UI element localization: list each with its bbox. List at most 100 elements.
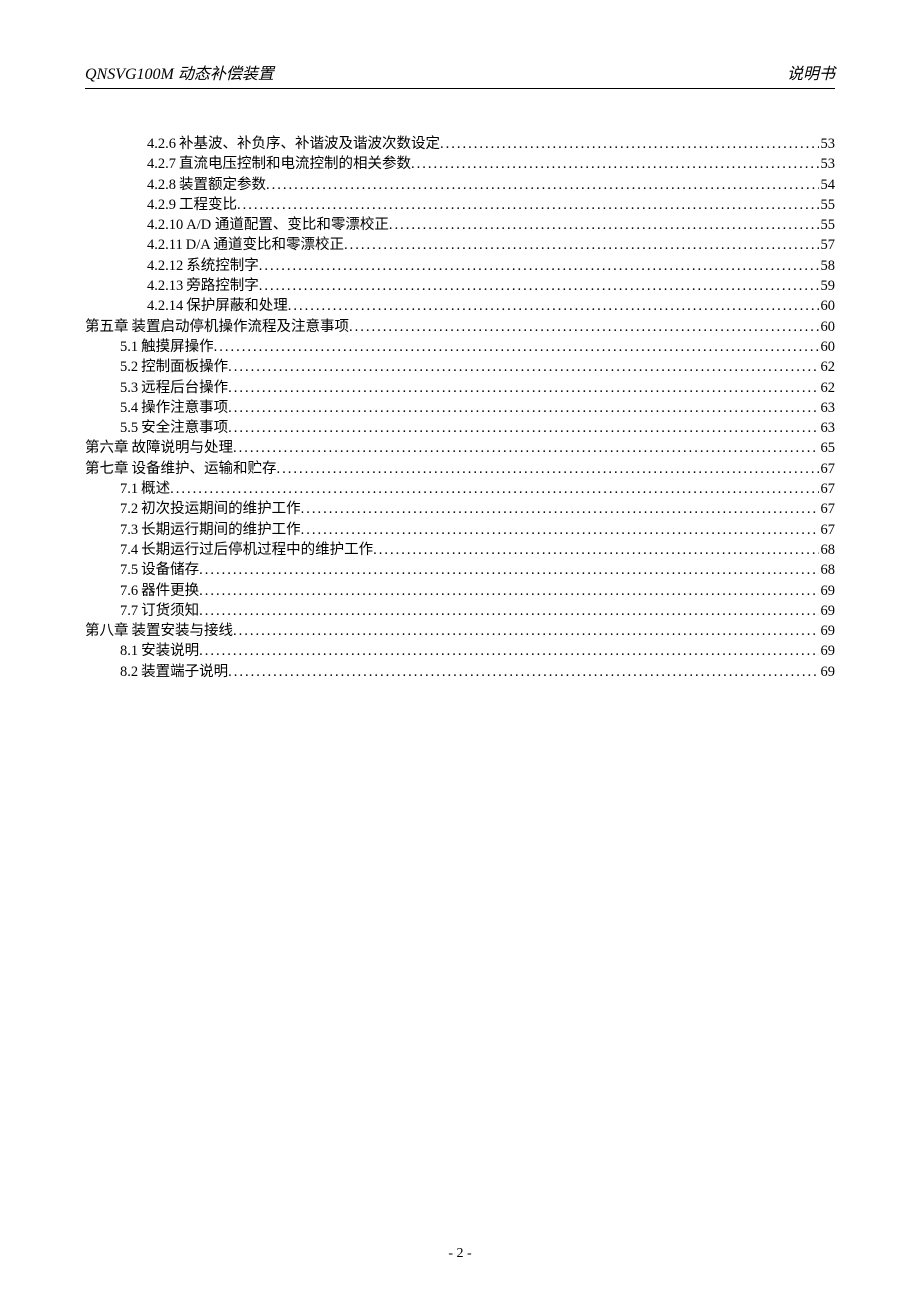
toc-entry[interactable]: 5.3远程后台操作 62 [85, 378, 835, 398]
toc-entry-title: 控制面板操作 [141, 357, 228, 377]
toc-entry-title: 工程变比 [179, 195, 237, 215]
toc-entry[interactable]: 5.2控制面板操作62 [85, 357, 835, 377]
toc-entry-page: 54 [819, 175, 836, 195]
toc-entry[interactable]: 8.2装置端子说明69 [85, 662, 835, 682]
toc-entry-number: 7.6 [120, 581, 138, 601]
toc-entry[interactable]: 4.2.13旁路控制字59 [85, 276, 835, 296]
toc-entry[interactable]: 5.5安全注意事项63 [85, 418, 835, 438]
toc-entry[interactable]: 4.2.7直流电压控制和电流控制的相关参数53 [85, 154, 835, 174]
toc-entry-page: 68 [819, 540, 836, 560]
toc-entry[interactable]: 8.1安装说明69 [85, 641, 835, 661]
toc-leader-dots [228, 418, 818, 438]
toc-entry-number: 7.1 [120, 479, 138, 499]
toc-entry-number: 7.2 [120, 499, 138, 519]
toc-entry-title: 直流电压控制和电流控制的相关参数 [179, 154, 411, 174]
toc-entry-page: 62 [819, 378, 836, 398]
toc-entry-title: 设备维护、运输和贮存 [132, 459, 277, 479]
toc-entry-page: 69 [819, 601, 836, 621]
page-header: QNSVG100M 动态补偿装置 说明书 [85, 60, 835, 89]
toc-entry-title: 远程后台操作 [141, 378, 228, 398]
toc-entry-title: 装置额定参数 [179, 175, 266, 195]
toc-entry[interactable]: 第七章设备维护、运输和贮存67 [85, 459, 835, 479]
toc-entry-number: 第八章 [85, 621, 129, 641]
document-page: QNSVG100M 动态补偿装置 说明书 4.2.6补基波、补负序、补谐波及谐波… [0, 0, 920, 1302]
toc-entry[interactable]: 7.3长期运行期间的维护工作67 [85, 520, 835, 540]
toc-entry-title: 安装说明 [141, 641, 199, 661]
page-number: - 2 - [448, 1246, 471, 1261]
toc-leader-dots [228, 662, 818, 682]
toc-entry-page: 67 [819, 479, 836, 499]
toc-leader-dots [373, 540, 818, 560]
toc-entry-title: 初次投运期间的维护工作 [141, 499, 301, 519]
toc-entry-page: 65 [819, 438, 836, 458]
toc-entry-number: 4.2.12 [147, 256, 183, 276]
toc-entry-number: 7.4 [120, 540, 138, 560]
toc-entry-number: 4.2.10 [147, 215, 183, 235]
toc-entry-number: 第五章 [85, 317, 129, 337]
toc-entry[interactable]: 第六章故障说明与处理 65 [85, 438, 835, 458]
toc-leader-dots [301, 520, 819, 540]
toc-entry-page: 63 [819, 398, 836, 418]
toc-entry[interactable]: 7.6器件更换69 [85, 581, 835, 601]
toc-entry[interactable]: 4.2.12系统控制字58 [85, 256, 835, 276]
toc-entry-page: 55 [819, 195, 836, 215]
toc-entry-title: 装置启动停机操作流程及注意事项 [132, 317, 350, 337]
header-right-title: 说明书 [787, 60, 835, 84]
toc-leader-dots [440, 134, 819, 154]
toc-leader-dots [349, 317, 819, 337]
toc-leader-dots [170, 479, 818, 499]
toc-leader-dots [199, 641, 818, 661]
toc-entry-number: 7.7 [120, 601, 138, 621]
toc-entry[interactable]: 4.2.8装置额定参数 54 [85, 175, 835, 195]
toc-entry[interactable]: 第八章装置安装与接线 69 [85, 621, 835, 641]
toc-entry-page: 69 [819, 621, 836, 641]
toc-entry-title: 长期运行期间的维护工作 [141, 520, 301, 540]
toc-entry-number: 5.3 [120, 378, 138, 398]
toc-entry[interactable]: 5.1触摸屏操作60 [85, 337, 835, 357]
toc-entry[interactable]: 7.1概述67 [85, 479, 835, 499]
toc-entry[interactable]: 4.2.11D/A 通道变比和零漂校正57 [85, 235, 835, 255]
toc-entry[interactable]: 4.2.6补基波、补负序、补谐波及谐波次数设定53 [85, 134, 835, 154]
toc-entry-page: 60 [819, 337, 836, 357]
toc-entry-title: 故障说明与处理 [132, 438, 234, 458]
toc-entry[interactable]: 5.4操作注意事项63 [85, 398, 835, 418]
toc-entry-page: 53 [819, 154, 836, 174]
toc-entry-number: 4.2.9 [147, 195, 176, 215]
toc-entry[interactable]: 4.2.9工程变比 55 [85, 195, 835, 215]
toc-leader-dots [228, 357, 818, 377]
toc-entry-page: 57 [819, 235, 836, 255]
toc-entry-number: 5.5 [120, 418, 138, 438]
toc-entry-page: 67 [819, 520, 836, 540]
toc-entry[interactable]: 7.5设备储存68 [85, 560, 835, 580]
toc-entry[interactable]: 7.4长期运行过后停机过程中的维护工作68 [85, 540, 835, 560]
toc-entry-page: 68 [819, 560, 836, 580]
toc-entry-page: 69 [819, 662, 836, 682]
toc-entry-number: 4.2.6 [147, 134, 176, 154]
toc-entry-title: 安全注意事项 [141, 418, 228, 438]
toc-entry-number: 8.1 [120, 641, 138, 661]
toc-leader-dots [237, 195, 819, 215]
table-of-contents: 4.2.6补基波、补负序、补谐波及谐波次数设定534.2.7直流电压控制和电流控… [85, 134, 835, 682]
toc-leader-dots [259, 256, 819, 276]
toc-entry-title: 装置安装与接线 [132, 621, 234, 641]
toc-leader-dots [228, 398, 818, 418]
toc-entry-title: 系统控制字 [186, 256, 259, 276]
page-footer: - 2 - [0, 1246, 920, 1262]
toc-entry-number: 4.2.8 [147, 175, 176, 195]
toc-entry[interactable]: 7.7订货须知69 [85, 601, 835, 621]
toc-entry-title: A/D 通道配置、变比和零漂校正 [186, 215, 389, 235]
toc-entry-title: D/A 通道变比和零漂校正 [186, 235, 344, 255]
toc-leader-dots [277, 459, 819, 479]
toc-entry[interactable]: 4.2.10A/D 通道配置、变比和零漂校正55 [85, 215, 835, 235]
toc-entry-number: 5.2 [120, 357, 138, 377]
toc-entry[interactable]: 7.2初次投运期间的维护工作67 [85, 499, 835, 519]
toc-leader-dots [288, 296, 819, 316]
toc-entry-page: 69 [819, 581, 836, 601]
toc-entry-page: 67 [819, 459, 836, 479]
toc-entry-number: 5.4 [120, 398, 138, 418]
toc-entry-number: 7.5 [120, 560, 138, 580]
toc-entry-number: 第六章 [85, 438, 129, 458]
toc-entry-number: 5.1 [120, 337, 138, 357]
toc-entry[interactable]: 4.2.14保护屏蔽和处理60 [85, 296, 835, 316]
toc-entry[interactable]: 第五章装置启动停机操作流程及注意事项60 [85, 317, 835, 337]
